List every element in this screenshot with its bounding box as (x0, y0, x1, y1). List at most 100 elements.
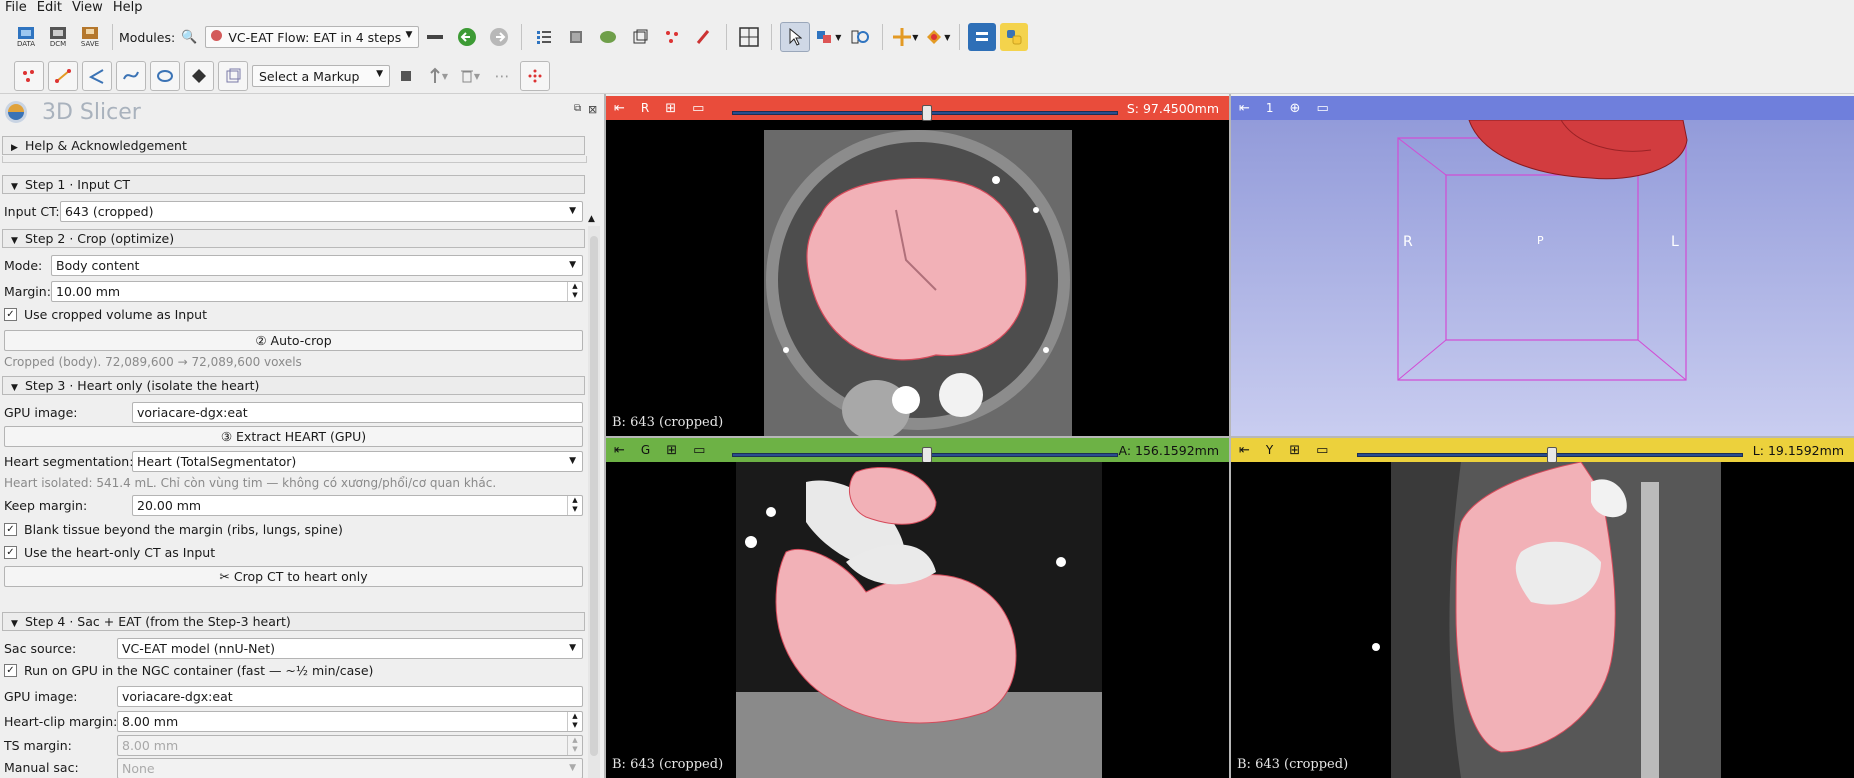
spin-arrows-icon[interactable]: ▲ ▼ (567, 712, 582, 731)
heart-clip-spinbox[interactable]: 8.00 mm ▲ ▼ (117, 711, 583, 732)
markups-button[interactable] (658, 23, 686, 51)
place-point-list-button[interactable] (14, 61, 44, 91)
models-button[interactable] (594, 23, 622, 51)
save-button[interactable]: SAVE (76, 23, 104, 51)
delete-markup-button[interactable]: ▼ (456, 62, 484, 90)
menu-view[interactable]: View (67, 0, 108, 16)
place-icon (927, 30, 942, 44)
crop-to-heart-button[interactable]: ✂ Crop CT to heart only (4, 566, 583, 587)
spin-arrows-icon[interactable]: ▲ ▼ (567, 736, 582, 755)
gpu-image-value-2: voriacare-dgx:eat (122, 689, 233, 704)
link-icon[interactable]: ⊞ (666, 443, 677, 458)
use-cropped-checkbox[interactable]: ✓ Use cropped volume as Input (4, 307, 207, 322)
input-ct-selector[interactable]: 643 (cropped) ▼ (60, 201, 583, 222)
spin-arrows-icon[interactable]: ▲ ▼ (567, 282, 582, 301)
sac-source-selector[interactable]: VC-EAT model (nnU-Net) ▼ (117, 638, 583, 659)
panel-scrollbar[interactable] (588, 226, 600, 778)
layout-button[interactable] (735, 23, 763, 51)
step3-section[interactable]: ▼ Step 3 · Heart only (isolate the heart) (2, 376, 585, 395)
center-view-icon[interactable]: ⊕ (1290, 101, 1301, 116)
forward-button[interactable] (485, 23, 513, 51)
back-button[interactable] (453, 23, 481, 51)
transforms-button[interactable] (626, 23, 654, 51)
margin-spinbox[interactable]: 10.00 mm ▲ ▼ (51, 281, 583, 302)
ts-margin-spinbox[interactable]: 8.00 mm ▲ ▼ (117, 735, 583, 756)
red-slice-knob[interactable] (922, 105, 932, 121)
step4-section[interactable]: ▼ Step 4 · Sac + EAT (from the Step-3 hea… (2, 612, 585, 631)
place-curve-button[interactable] (116, 61, 146, 91)
yellow-slice-view[interactable]: ⇤ Y ⊞ ▭ L: 19.1592mm B: 643 (cropped) (1231, 438, 1854, 778)
stop-icon (401, 71, 411, 81)
markup-display-button[interactable] (520, 61, 550, 91)
more-options-button[interactable]: ⋯ (488, 62, 516, 90)
place-fiducial-button[interactable]: ▼ (923, 23, 951, 51)
gpu-image-input-2[interactable]: voriacare-dgx:eat (117, 686, 583, 707)
red-view-volume-label: B: 643 (cropped) (612, 415, 724, 430)
extension-manager-button[interactable] (968, 23, 997, 51)
place-persistent-button[interactable]: ▼ (424, 62, 452, 90)
scrollbar-thumb[interactable] (590, 236, 598, 756)
editor-button[interactable] (690, 23, 718, 51)
place-closed-curve-button[interactable] (150, 61, 180, 91)
place-roi-button[interactable] (218, 61, 248, 91)
green-slice-knob[interactable] (922, 447, 932, 463)
pin-icon[interactable]: ⇤ (1239, 101, 1250, 116)
scroll-up-icon[interactable]: ▲ (588, 214, 595, 224)
heart-seg-selector[interactable]: Heart (TotalSegmentator) ▼ (132, 451, 583, 472)
module-history-button[interactable] (421, 23, 449, 51)
help-section[interactable]: ▶ Help & Acknowledgement (2, 136, 585, 155)
link-icon[interactable]: ⊞ (665, 101, 676, 116)
keep-margin-spinbox[interactable]: 20.00 mm ▲ ▼ (132, 495, 583, 516)
yellow-slice-knob[interactable] (1547, 447, 1557, 463)
yellow-slice-position: L: 19.1592mm (1752, 443, 1844, 458)
keep-margin-label: Keep margin: (4, 498, 88, 513)
use-heart-only-checkbox[interactable]: ✓ Use the heart-only CT as Input (4, 545, 215, 560)
close-icon[interactable]: ⊠ (588, 103, 597, 116)
menu-help[interactable]: Help (108, 0, 148, 16)
step2-section[interactable]: ▼ Step 2 · Crop (optimize) (2, 229, 585, 248)
module-search-icon[interactable]: 🔍 (181, 30, 197, 45)
crosshair-visibility-button[interactable] (846, 23, 874, 51)
window-level-button[interactable]: ▼ (814, 23, 842, 51)
extract-heart-button[interactable]: ③ Extract HEART (GPU) (4, 426, 583, 447)
threed-view[interactable]: ⇤ 1 ⊕ ▭ R L P (1231, 96, 1854, 436)
markup-selector[interactable]: Select a Markup ▼ (252, 65, 390, 87)
menu-file[interactable]: File (0, 0, 32, 16)
stop-place-button[interactable] (392, 62, 420, 90)
markups-toolbar: Select a Markup ▼ ▼ ▼ ⋯ (0, 59, 1854, 94)
mode-selector[interactable]: Body content ▼ (51, 255, 583, 276)
blank-tissue-checkbox[interactable]: ✓ Blank tissue beyond the margin (ribs, l… (4, 522, 343, 537)
pin-icon[interactable]: ⇤ (1239, 443, 1250, 458)
maximize-icon[interactable]: ▭ (692, 101, 704, 116)
undock-icon[interactable]: ⧉ (574, 103, 581, 114)
pointer-mode-button[interactable] (780, 22, 811, 52)
place-plane-button[interactable] (184, 61, 214, 91)
run-gpu-checkbox[interactable]: ✓ Run on GPU in the NGC container (fast —… (4, 663, 373, 678)
gpu-image-input[interactable]: voriacare-dgx:eat (132, 402, 583, 423)
place-line-button[interactable] (48, 61, 78, 91)
place-angle-button[interactable] (82, 61, 112, 91)
save-label: SAVE (80, 40, 100, 48)
link-icon[interactable]: ⊞ (1289, 443, 1300, 458)
maximize-icon[interactable]: ▭ (1316, 443, 1328, 458)
help-section-title: Help & Acknowledgement (25, 138, 187, 153)
step1-section[interactable]: ▼ Step 1 · Input CT (2, 175, 585, 194)
volumes-button[interactable] (562, 23, 590, 51)
red-slice-view[interactable]: ⇤ R ⊞ ▭ S: 97.4500mm B: 643 (cropped) (606, 96, 1229, 436)
crosshair-button[interactable]: ▼ (891, 23, 919, 51)
load-dicom-button[interactable]: DCM (44, 23, 72, 51)
menu-edit[interactable]: Edit (32, 0, 67, 16)
pin-icon[interactable]: ⇤ (614, 443, 625, 458)
chevron-down-icon: ▼ (11, 236, 18, 246)
maximize-icon[interactable]: ▭ (693, 443, 705, 458)
spin-arrows-icon[interactable]: ▲ ▼ (567, 496, 582, 515)
data-module-button[interactable] (530, 23, 558, 51)
green-slice-view[interactable]: ⇤ G ⊞ ▭ A: 156.1592mm B: 643 (cropped) (606, 438, 1229, 778)
autocrop-button[interactable]: ② Auto-crop (4, 330, 583, 351)
load-data-button[interactable]: DATA (12, 23, 40, 51)
python-console-button[interactable] (1000, 23, 1029, 51)
manual-sac-selector[interactable]: None ▼ (117, 758, 583, 778)
pin-icon[interactable]: ⇤ (614, 101, 625, 116)
module-selector[interactable]: VC-EAT Flow: EAT in 4 steps ▼ (205, 26, 420, 48)
maximize-icon[interactable]: ▭ (1316, 101, 1328, 116)
